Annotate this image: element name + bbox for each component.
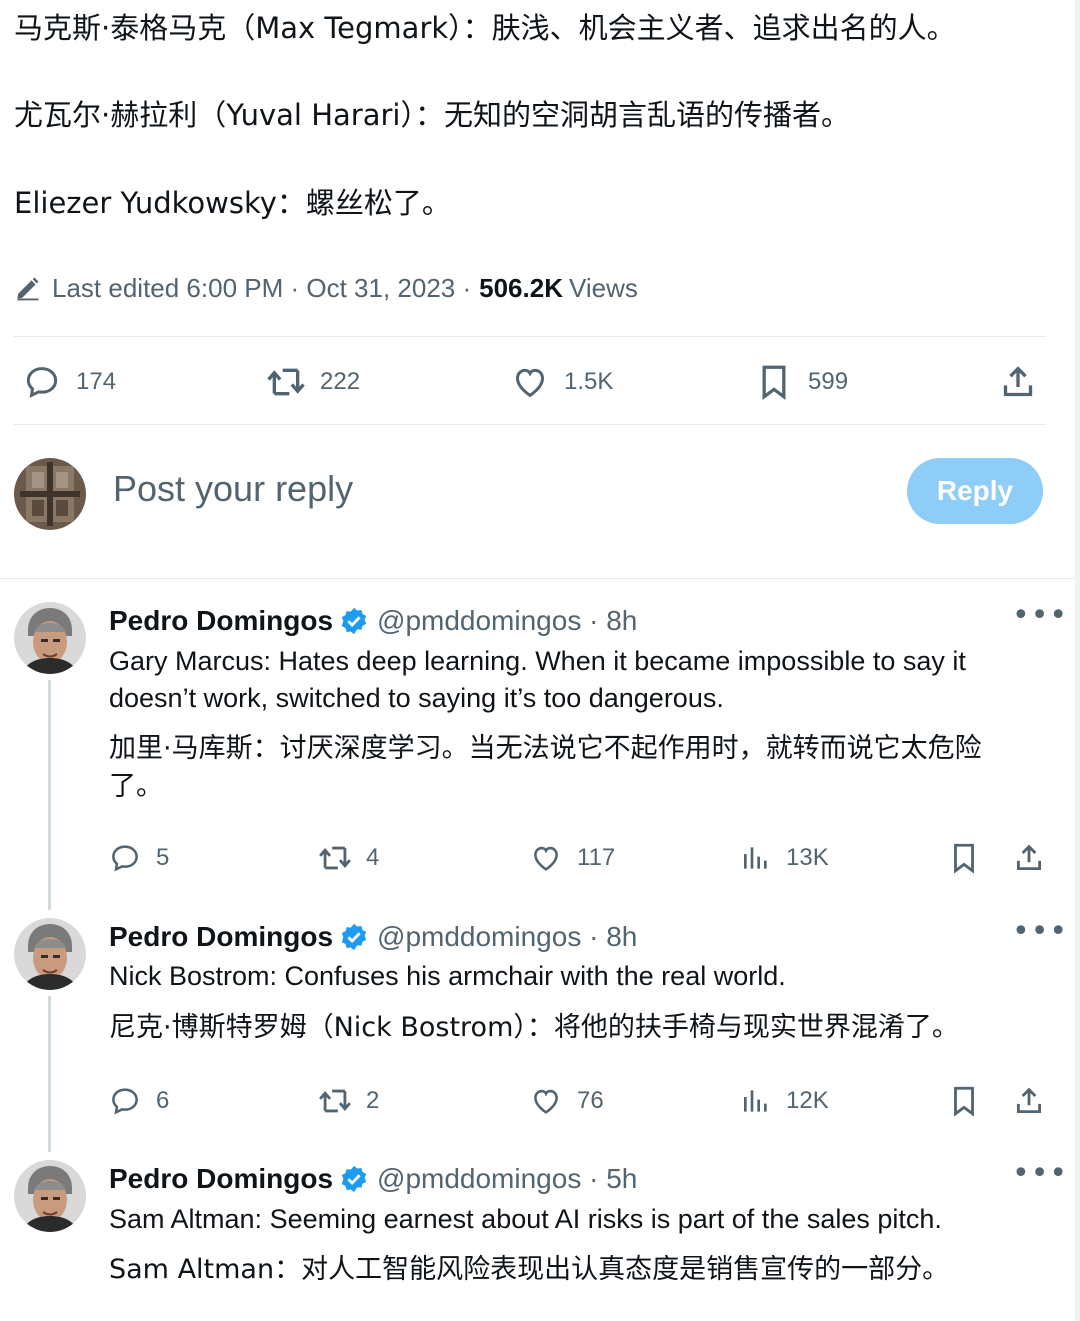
repost-count: 222 [320,368,361,395]
reply-text-en: Nick Bostrom: Confuses his armchair with… [109,961,786,991]
share-action[interactable] [998,360,1038,404]
more-icon[interactable]: ••• [1012,914,1068,949]
avatar[interactable] [14,1160,86,1232]
divider [14,336,1046,337]
verified-badge-icon [341,1165,367,1193]
reply-action[interactable]: 6 [108,1083,169,1119]
bookmark-icon [954,1086,974,1117]
reply-action[interactable]: 5 [108,840,169,876]
repost-action[interactable]: 222 [264,360,360,404]
reply-text-zh: 加里·马库斯：讨厌深度学习。当无法说它不起作用时，就转而说它太危险了。 [109,733,982,802]
like-count: 117 [577,844,616,871]
views-action[interactable]: 13K [740,840,829,876]
pencil-icon [17,277,39,301]
repost-action[interactable]: 4 [316,840,379,876]
reply-header: Pedro Domingos @pmddomingos · 8h [109,602,637,640]
reply-text-en: Gary Marcus: Hates deep learning. When i… [109,646,966,713]
thread-line [48,680,51,910]
like-icon [534,1089,558,1114]
views-action[interactable]: 12K [740,1083,829,1119]
tweet-text-line-1: 马克斯·泰格马克（Max Tegmark）：肤浅、机会主义者、追求出名的人。 [14,11,956,45]
author-handle[interactable]: @pmddomingos · 5h [377,1163,637,1195]
reply-icon [112,845,138,872]
author-name[interactable]: Pedro Domingos [109,921,333,953]
share-action[interactable] [1012,840,1046,876]
reply-button[interactable]: Reply [907,458,1043,524]
author-handle[interactable]: @pmddomingos · 8h [377,605,637,637]
author-handle[interactable]: @pmddomingos · 8h [377,921,637,953]
more-icon[interactable]: ••• [1012,598,1068,633]
repost-icon [319,846,351,870]
repost-icon [267,368,305,396]
like-action[interactable]: 76 [529,1083,604,1119]
reply-count: 174 [76,368,117,395]
views-icon [744,847,767,869]
like-count: 1.5K [564,368,614,395]
reply-icon [26,367,58,398]
repost-action[interactable]: 2 [316,1083,379,1119]
views-count: 13K [786,844,829,871]
reply-text-zh: 尼克·博斯特罗姆（Nick Bostrom）：将他的扶手椅与现实世界混淆了。 [109,1012,959,1043]
avatar[interactable] [14,918,86,990]
verified-badge-icon [341,607,367,635]
bookmark-action[interactable]: 599 [756,360,848,404]
views-label: Views [568,272,638,303]
tweet-meta: Last edited 6:00 PM · Oct 31, 2023 · 506… [14,268,638,308]
share-icon [1016,844,1042,871]
reply-count: 5 [156,844,170,871]
views-count: 506.2K [479,272,563,303]
verified-badge-icon [341,923,367,951]
reply-count: 6 [156,1087,170,1114]
bookmark-count: 599 [808,368,849,395]
reply-text-en: Sam Altman: Seeming earnest about AI ris… [109,1204,942,1234]
tweet-text-line-3: Eliezer Yudkowsky：螺丝松了。 [14,186,451,220]
repost-count: 4 [366,844,380,871]
user-avatar[interactable] [14,458,86,530]
reply-icon [112,1088,138,1115]
divider [14,424,1046,425]
more-icon[interactable]: ••• [1012,1156,1068,1191]
author-name[interactable]: Pedro Domingos [109,1163,333,1195]
share-icon [1003,366,1033,397]
like-icon [534,846,558,871]
bookmark-action[interactable] [948,840,980,876]
share-action[interactable] [1012,1083,1046,1119]
tweet-text-line-2: 尤瓦尔·赫拉利（Yuval Harari）：无知的空洞胡言乱语的传播者。 [14,98,850,132]
bookmark-action[interactable] [948,1083,980,1119]
reply-text-zh: Sam Altman：对人工智能风险表现出认真态度是销售宣传的一部分。 [109,1254,950,1285]
bookmark-icon [762,365,786,400]
share-icon [1016,1087,1042,1114]
reply-header: Pedro Domingos @pmddomingos · 8h [109,918,637,956]
like-count: 76 [577,1087,604,1114]
views-count: 12K [786,1087,829,1114]
repost-icon [319,1089,351,1113]
edited-timestamp[interactable]: Last edited 6:00 PM · Oct 31, 2023 · [52,273,471,304]
reply-input[interactable]: Post your reply [113,468,353,510]
avatar[interactable] [14,602,86,674]
divider [0,578,1075,579]
views-icon [744,1090,767,1112]
like-action[interactable]: 117 [529,840,615,876]
thread-line [48,996,51,1152]
like-action[interactable]: 1.5K [510,360,613,404]
like-icon [515,368,545,398]
scrollbar-track[interactable] [1075,0,1080,1321]
reply-header: Pedro Domingos @pmddomingos · 5h [109,1160,637,1198]
repost-count: 2 [366,1087,380,1114]
reply-action[interactable]: 174 [22,360,116,404]
author-name[interactable]: Pedro Domingos [109,605,333,637]
bookmark-icon [954,843,974,874]
